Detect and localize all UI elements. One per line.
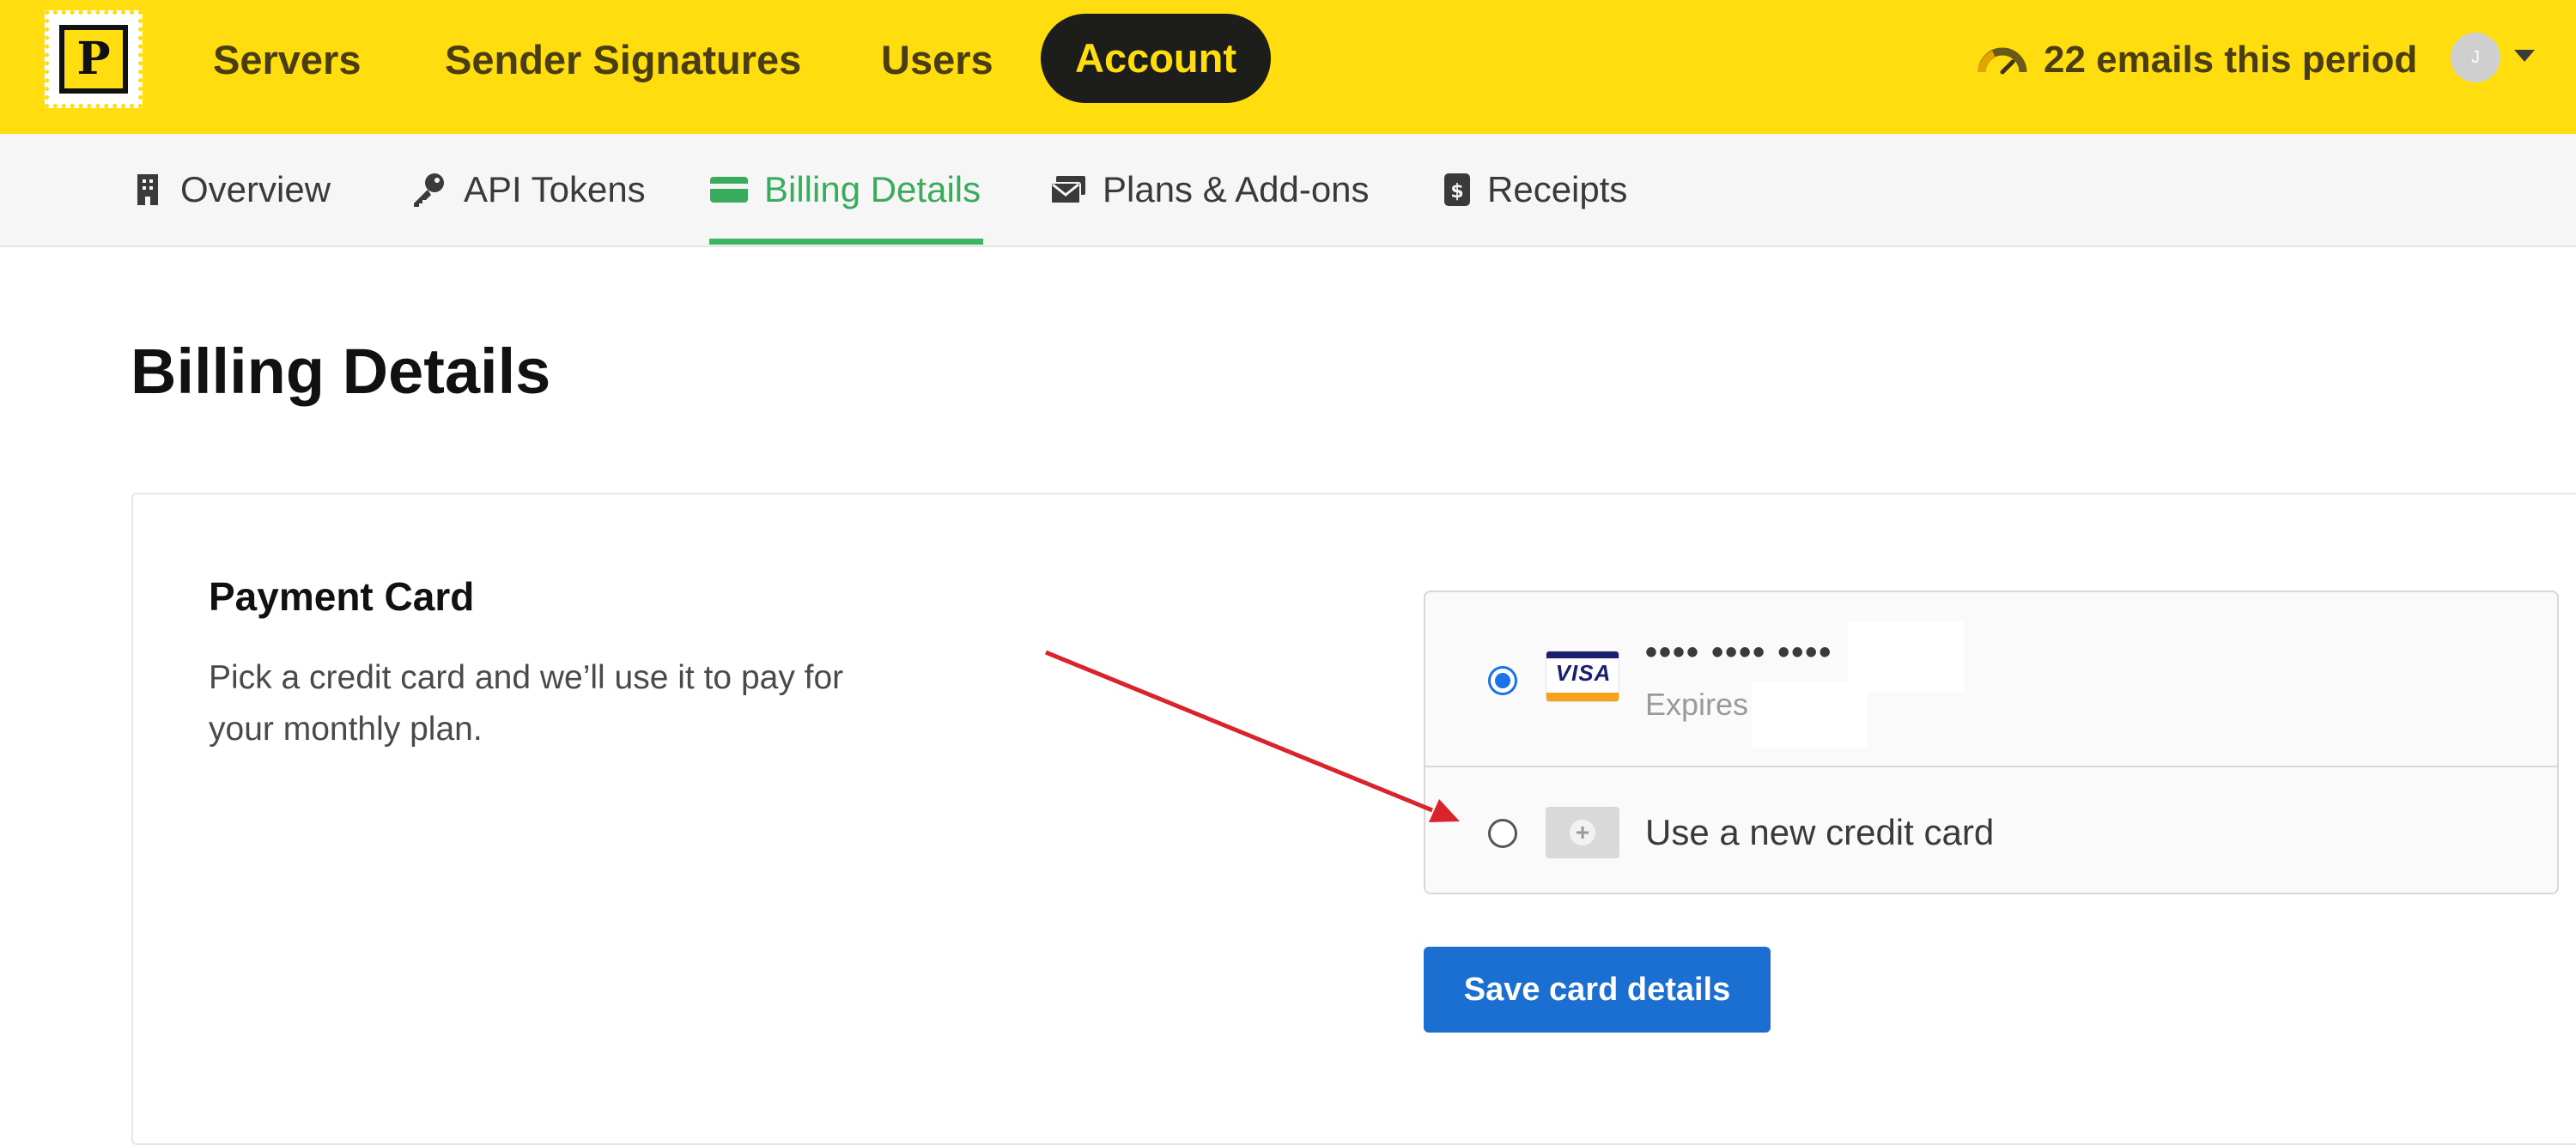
annotation-arrow	[1045, 650, 1460, 822]
